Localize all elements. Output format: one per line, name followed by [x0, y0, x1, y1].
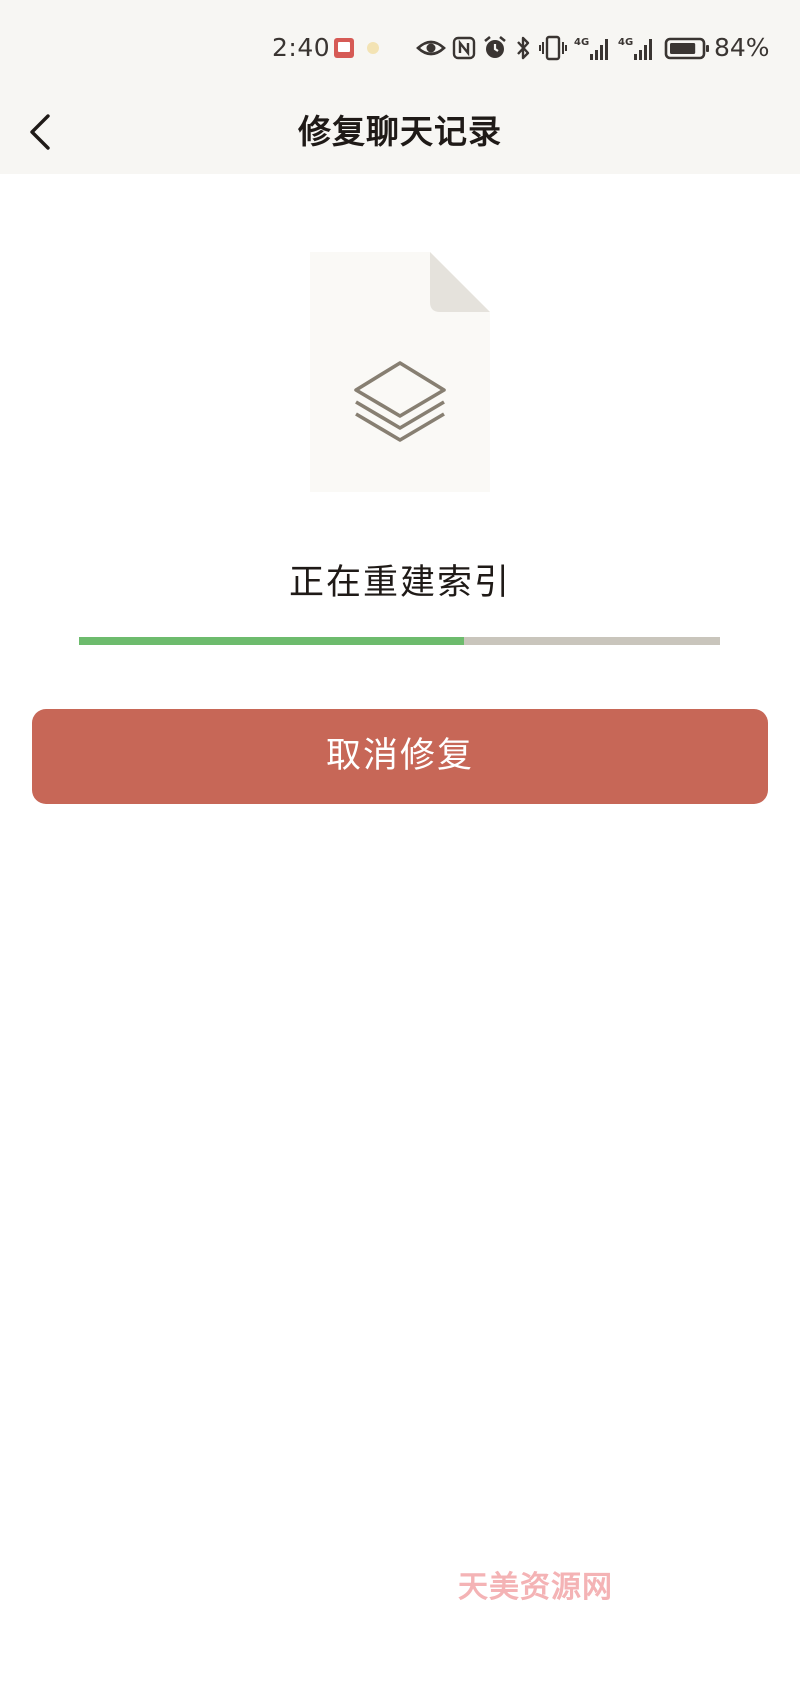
status-bar: 2:40 4G 4G 84% [0, 0, 800, 96]
notification-app-icon [334, 38, 354, 58]
cancel-repair-button[interactable]: 取消修复 [32, 709, 768, 804]
weather-icon [367, 42, 379, 54]
progress-bar [79, 637, 720, 645]
alarm-icon [484, 35, 506, 58]
signal-4g-icon: 4G [574, 37, 608, 60]
nfc-icon [452, 36, 476, 60]
top-chrome: 2:40 4G 4G 84% 修复聊天记录 [0, 0, 800, 174]
battery-percent: 84% [714, 33, 770, 62]
progress-bar-fill [79, 637, 464, 645]
file-fold-corner [430, 252, 490, 312]
bluetooth-icon [517, 36, 530, 60]
file-illustration [310, 252, 490, 492]
nav-bar: 修复聊天记录 [0, 96, 800, 174]
watermark: 天美资源网 [458, 1570, 613, 1605]
status-time: 2:40 [272, 33, 331, 62]
svg-text:4G: 4G [618, 37, 633, 48]
svg-text:4G: 4G [574, 37, 589, 48]
progress-status-text: 正在重建索引 [288, 563, 511, 603]
page-title: 修复聊天记录 [298, 112, 502, 151]
signal-4g-icon: 4G [618, 37, 652, 60]
eye-comfort-icon [416, 40, 446, 56]
vibrate-icon [539, 35, 567, 61]
battery-icon [664, 37, 709, 60]
